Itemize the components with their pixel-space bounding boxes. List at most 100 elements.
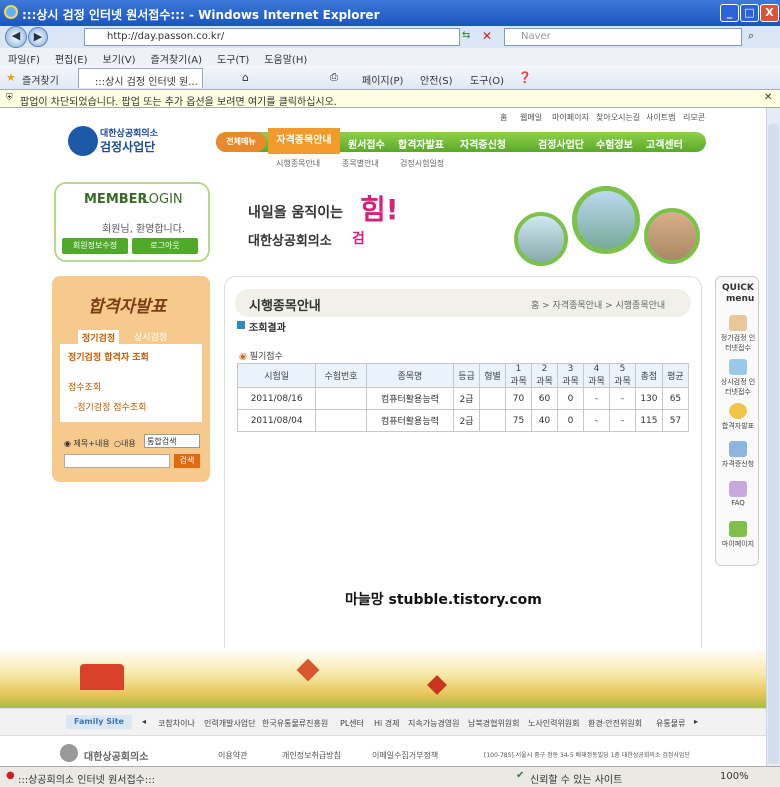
leaf-illustration xyxy=(427,675,447,695)
table-cell: 115 xyxy=(634,409,663,432)
nav-item-division[interactable]: 검정사업단 xyxy=(538,136,584,151)
stop-icon[interactable]: ✕ xyxy=(482,29,492,43)
family-link[interactable]: 유통물류 xyxy=(656,718,685,729)
table-header-cell: 4 과목 xyxy=(582,363,610,388)
topnav-webmail[interactable]: 웹메일 xyxy=(520,112,542,123)
family-link[interactable]: Hi 경제 xyxy=(374,718,400,729)
footer-link-terms[interactable]: 이용약관 xyxy=(218,750,247,761)
radio-title-content[interactable]: ◉ 제목+내용 xyxy=(64,438,110,449)
table-cell: 컴퓨터활용능력 xyxy=(365,409,455,432)
link-pass-lookup[interactable]: 정기검정 합격자 조회 xyxy=(68,350,149,363)
family-link[interactable]: 노사인력위원회 xyxy=(528,718,580,729)
quick-cert[interactable]: 자격증신청 xyxy=(720,441,756,469)
quick-mypage[interactable]: 마이페이지 xyxy=(720,521,756,549)
nav-item-info[interactable]: 수험정보 xyxy=(596,136,633,151)
family-next-icon[interactable]: ▸ xyxy=(694,717,698,726)
banner-line2: 대한상공회의소 xyxy=(248,234,332,249)
main-nav: 전체메뉴 자격종목안내 원서접수 합격자발표 자격증신청 검정사업단 수험정보 … xyxy=(216,128,706,154)
family-link[interactable]: 지속가능경영원 xyxy=(408,718,460,729)
family-link[interactable]: 한국유통물류진흥원 xyxy=(262,718,328,729)
close-button[interactable]: X xyxy=(760,4,779,22)
nav-item-active[interactable]: 자격종목안내 xyxy=(268,128,340,154)
address-input[interactable]: http://day.passon.co.kr/ xyxy=(84,28,460,46)
menu-help[interactable]: 도움말(H) xyxy=(256,48,314,66)
topnav-directions[interactable]: 찾아오시는길 xyxy=(596,112,640,123)
table-cell: 75 xyxy=(505,409,533,432)
family-link[interactable]: 인력개발사업단 xyxy=(204,718,256,729)
home-icon[interactable]: ⌂ xyxy=(242,71,249,84)
tab-regular[interactable]: 정기검정 xyxy=(78,330,120,345)
zoom-level[interactable]: 100% xyxy=(720,771,749,782)
watermark-text: 마늘망 stubble.tistory.com xyxy=(345,592,542,608)
content-title: 시행종목안내 xyxy=(249,299,321,314)
edit-profile-button[interactable]: 회원정보수정 xyxy=(62,238,128,254)
browser-tab[interactable]: :::상시 검정 인터넷 원... xyxy=(78,68,203,88)
table-cell: 컴퓨터활용능력 xyxy=(365,387,455,410)
content-card: 시행종목안내 홈 > 자격종목안내 > 시행종목안내 조회결과 ◉ 필기점수 시… xyxy=(224,276,702,663)
topnav-home[interactable]: 홈 xyxy=(500,112,507,123)
table-cell: 65 xyxy=(661,387,690,410)
quick-anytime-apply[interactable]: 상시검정 인터넷접수 xyxy=(720,359,756,397)
forward-button[interactable]: ▶ xyxy=(28,27,48,47)
maximize-button[interactable]: □ xyxy=(740,4,759,22)
topnav-sitemap[interactable]: 사이트맵 xyxy=(646,112,675,123)
scroll-thumb[interactable] xyxy=(768,124,779,764)
quick-label: 합격자발표 xyxy=(721,422,755,430)
tab-anytime[interactable]: 상시검정 xyxy=(134,330,167,343)
menu-tools[interactable]: 도구(T) xyxy=(209,48,256,66)
nav-item-results[interactable]: 합격자발표 xyxy=(398,136,444,151)
quick-label: FAQ xyxy=(731,499,745,507)
radio-content[interactable]: ○내용 xyxy=(114,438,136,449)
topnav-mypage[interactable]: 마이페이지 xyxy=(552,112,589,123)
family-link[interactable]: 환경·안전위원회 xyxy=(588,718,642,729)
banner-big: 힘! xyxy=(360,193,399,226)
family-prev-icon[interactable]: ◂ xyxy=(142,717,146,726)
menu-favorites[interactable]: 즐겨찾기(A) xyxy=(143,48,209,66)
topnav-remote[interactable]: 리모콘 xyxy=(683,112,705,123)
nav-item-support[interactable]: 고객센터 xyxy=(646,136,683,151)
safety-menu[interactable]: 안전(S) xyxy=(420,72,453,87)
search-input[interactable]: Naver xyxy=(504,28,742,46)
family-link[interactable]: PL센터 xyxy=(340,718,364,729)
infobar-close-icon[interactable]: ✕ xyxy=(764,92,772,103)
print-icon[interactable]: ⎙ xyxy=(330,72,338,83)
help-icon[interactable]: ❓ xyxy=(518,71,532,84)
footer-logo-icon xyxy=(60,744,78,762)
left-search-button[interactable]: 검색 xyxy=(174,454,200,468)
menu-view[interactable]: 보기(V) xyxy=(95,48,143,66)
quick-regular-apply[interactable]: 정기검정 인터넷접수 xyxy=(720,315,756,353)
link-score-lookup[interactable]: 점수조회 xyxy=(68,380,101,393)
subnav-item[interactable]: 종목별안내 xyxy=(342,158,379,169)
logout-button[interactable]: 로그아웃 xyxy=(132,238,198,254)
table-cell: 70 xyxy=(505,387,533,410)
footer-link-privacy[interactable]: 개인정보취급방침 xyxy=(282,750,341,761)
menu-file[interactable]: 파일(F) xyxy=(0,48,47,66)
footer-link-email[interactable]: 이메일수집거부정책 xyxy=(372,750,438,761)
menu-edit[interactable]: 편집(E) xyxy=(47,48,95,66)
family-link[interactable]: 코참차이나 xyxy=(158,718,195,729)
back-button[interactable]: ◀ xyxy=(5,26,27,48)
left-search-input[interactable] xyxy=(64,454,170,468)
quick-faq[interactable]: FAQ xyxy=(720,481,756,507)
subnav-item[interactable]: 시행종목안내 xyxy=(276,158,320,169)
popup-info-bar[interactable]: ⛨ 팝업이 차단되었습니다. 팝업 또는 추가 옵션을 보려면 여기를 클릭하십… xyxy=(0,90,780,108)
sub-title: ◉ 필기점수 xyxy=(239,349,283,362)
refresh-icon[interactable]: ⇆ xyxy=(462,30,470,41)
nav-item-apply[interactable]: 원서접수 xyxy=(348,136,385,151)
radio-label: 내용 xyxy=(120,439,136,448)
favorites-button[interactable]: 즐겨찾기 xyxy=(22,72,59,87)
link-regular-score[interactable]: -정기검정 점수조회 xyxy=(74,400,146,413)
search-icon[interactable]: ⌕ xyxy=(748,29,754,43)
search-type-select[interactable]: 통합검색 xyxy=(144,434,200,448)
monitor-icon xyxy=(729,359,747,375)
subnav-item[interactable]: 검정시험일정 xyxy=(400,158,444,169)
tools-menu[interactable]: 도구(O) xyxy=(470,72,504,87)
minimize-button[interactable]: _ xyxy=(720,4,739,22)
page-menu[interactable]: 페이지(P) xyxy=(362,72,403,87)
table-header-cell: 2 과목 xyxy=(531,363,558,388)
vertical-scrollbar[interactable] xyxy=(766,108,780,766)
quick-results[interactable]: 합격자발표 xyxy=(720,403,756,431)
all-menu-button[interactable]: 전체메뉴 xyxy=(216,132,266,152)
family-link[interactable]: 남북경협위원회 xyxy=(468,718,520,729)
nav-item-cert[interactable]: 자격증신청 xyxy=(460,136,506,151)
